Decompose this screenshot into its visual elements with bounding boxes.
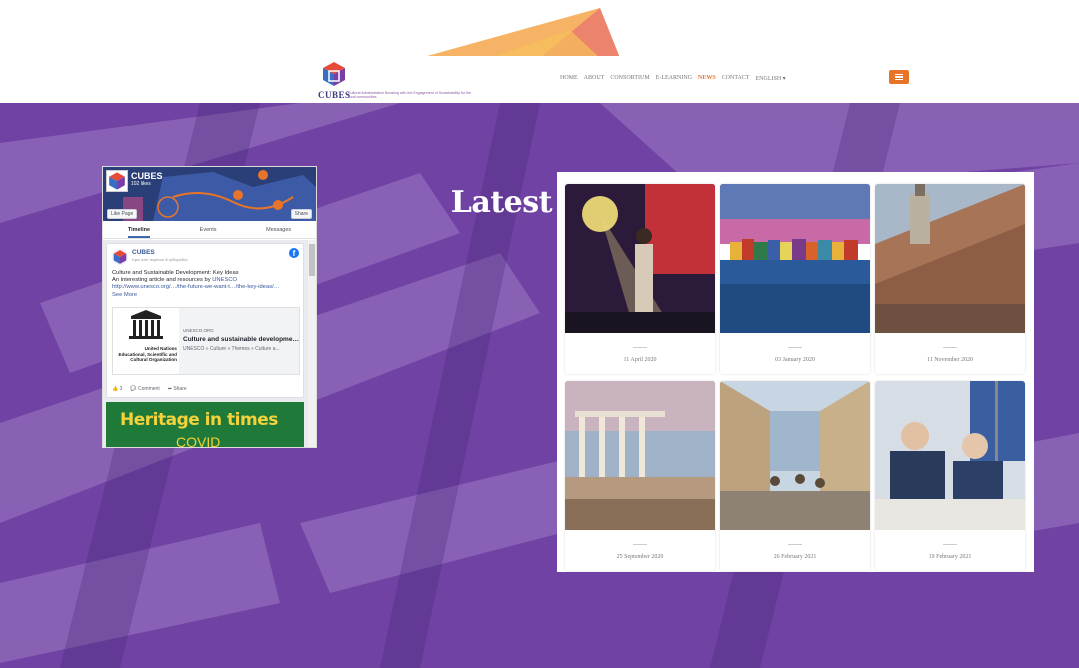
news-image-theatre[interactable] — [565, 381, 715, 530]
card-divider — [633, 544, 647, 545]
facebook-cover-image: CUBES 102 likes Like Page Share — [103, 167, 316, 221]
facebook-page-widget[interactable]: CUBES 102 likes Like Page Share Timeline… — [102, 166, 317, 448]
news-card[interactable]: 03 January 2020 — [720, 184, 870, 374]
facebook-page-avatar[interactable] — [106, 170, 128, 192]
news-date: 26 February 2021 — [773, 554, 817, 560]
header-decoration — [390, 0, 680, 58]
link-description: UNESCO » Culture » Themes » Culture a... — [183, 346, 280, 352]
hamburger-menu-button[interactable] — [889, 70, 909, 84]
post-link-preview[interactable]: United Nations Educational, Scientific a… — [112, 307, 300, 375]
site-logo[interactable]: CUBES Cultural Administration Boosting w… — [318, 60, 471, 100]
card-divider — [943, 544, 957, 545]
hamburger-icon-bar — [895, 76, 903, 78]
post-unesco-link[interactable]: UNESCO — [212, 277, 237, 283]
facebook-like-page-button[interactable]: Like Page — [107, 209, 138, 219]
news-card[interactable]: 26 February 2021 — [720, 381, 870, 571]
news-grid: 11 April 2020 03 January 2020 11 Novembe… — [557, 172, 1034, 572]
post-timestamp[interactable]: πριν από περίπου 8 εβδομάδες — [132, 257, 188, 262]
share-action[interactable]: ➦ Share — [168, 386, 187, 392]
unesco-logo-text-3: Cultural Organization — [130, 357, 177, 363]
cube-logo-icon — [323, 62, 345, 86]
share-label: Share — [173, 386, 187, 392]
facebook-feed[interactable]: CUBES πριν από περίπου 8 εβδομάδες f Cul… — [103, 240, 316, 448]
post-line-1: Culture and Sustainable Development: Key… — [112, 270, 239, 276]
tab-timeline[interactable]: Timeline — [127, 223, 151, 238]
comment-label: Comment — [138, 386, 160, 392]
nav-language-dropdown[interactable]: ENGLISH ▾ — [756, 75, 786, 82]
post-line-2: An interesting article and resources by … — [112, 277, 298, 284]
link-domain: UNESCO.ORG — [183, 328, 214, 333]
post-line-2-prefix: An interesting article and resources by — [112, 277, 213, 284]
card-divider — [633, 347, 647, 348]
logo-wordmark: CUBES — [318, 90, 351, 100]
news-card[interactable]: 19 February 2021 — [875, 381, 1025, 571]
facebook-page-name[interactable]: CUBES — [131, 171, 163, 181]
news-image-village[interactable] — [720, 381, 870, 530]
news-card[interactable]: 11 April 2020 — [565, 184, 715, 374]
news-date: 11 November 2020 — [926, 357, 974, 363]
tab-events[interactable]: Events — [200, 223, 217, 238]
news-card[interactable]: 25 September 2020 — [565, 381, 715, 571]
like-action[interactable]: 👍 3 — [112, 386, 122, 392]
news-date: 25 September 2020 — [616, 554, 664, 560]
news-date: 19 February 2021 — [928, 554, 972, 560]
site-header: CUBES Cultural Administration Boosting w… — [0, 56, 1079, 103]
facebook-feed-scrollbar[interactable] — [308, 240, 316, 447]
post-actions: 👍 3 💬 Comment ➦ Share — [112, 386, 187, 392]
nav-e-learning[interactable]: E-LEARNING — [656, 75, 692, 82]
scrollbar-thumb[interactable] — [309, 244, 315, 276]
link-title[interactable]: Culture and sustainable development... — [183, 336, 299, 343]
facebook-share-button[interactable]: Share — [290, 209, 312, 219]
nav-about[interactable]: ABOUT — [584, 75, 605, 82]
news-card[interactable]: 11 November 2020 — [875, 184, 1025, 374]
facebook-likes-count: 102 likes — [131, 181, 151, 187]
news-image-signing[interactable] — [875, 381, 1025, 530]
heritage-post-subtitle: COVID — [176, 434, 221, 448]
nav-news[interactable]: NEWS — [698, 75, 716, 82]
main-nav: HOME ABOUT CONSORTIUM E-LEARNING NEWS CO… — [560, 75, 786, 82]
like-count: 3 — [119, 386, 123, 392]
nav-consortium[interactable]: CONSORTIUM — [610, 75, 649, 82]
nav-contact[interactable]: CONTACT — [722, 75, 750, 82]
news-image-harbour[interactable] — [720, 184, 870, 333]
post-author-name[interactable]: CUBES — [132, 249, 155, 256]
logo-tagline: Cultural Administration Boosting with th… — [348, 91, 472, 100]
post-url-link[interactable]: http://www.unesco.org/…/the-future-we-wa… — [112, 284, 298, 291]
unesco-logo-image: United Nations Educational, Scientific a… — [113, 308, 179, 374]
facebook-logo-icon[interactable]: f — [289, 248, 299, 258]
see-more-link[interactable]: See More — [112, 292, 298, 299]
card-divider — [788, 544, 802, 545]
tab-messages[interactable]: Messages — [266, 223, 291, 238]
nav-home[interactable]: HOME — [560, 75, 578, 82]
hamburger-icon-bar — [895, 79, 903, 81]
news-image-roof[interactable] — [875, 184, 1025, 333]
card-divider — [943, 347, 957, 348]
hamburger-icon — [895, 73, 903, 75]
post-author-avatar[interactable] — [112, 249, 128, 265]
facebook-post: CUBES πριν από περίπου 8 εβδομάδες f Cul… — [106, 243, 304, 398]
facebook-tabs: Timeline Events Messages — [103, 223, 316, 239]
heritage-post-image[interactable]: Heritage in times COVID — [106, 402, 304, 448]
news-date: 11 April 2020 — [623, 357, 657, 363]
heritage-post-title: Heritage in times — [120, 410, 278, 430]
post-text: Culture and Sustainable Development: Key… — [112, 270, 298, 299]
comment-action[interactable]: 💬 Comment — [130, 386, 159, 392]
card-divider — [788, 347, 802, 348]
news-image-concert[interactable] — [565, 184, 715, 333]
news-date: 03 January 2020 — [775, 357, 815, 363]
